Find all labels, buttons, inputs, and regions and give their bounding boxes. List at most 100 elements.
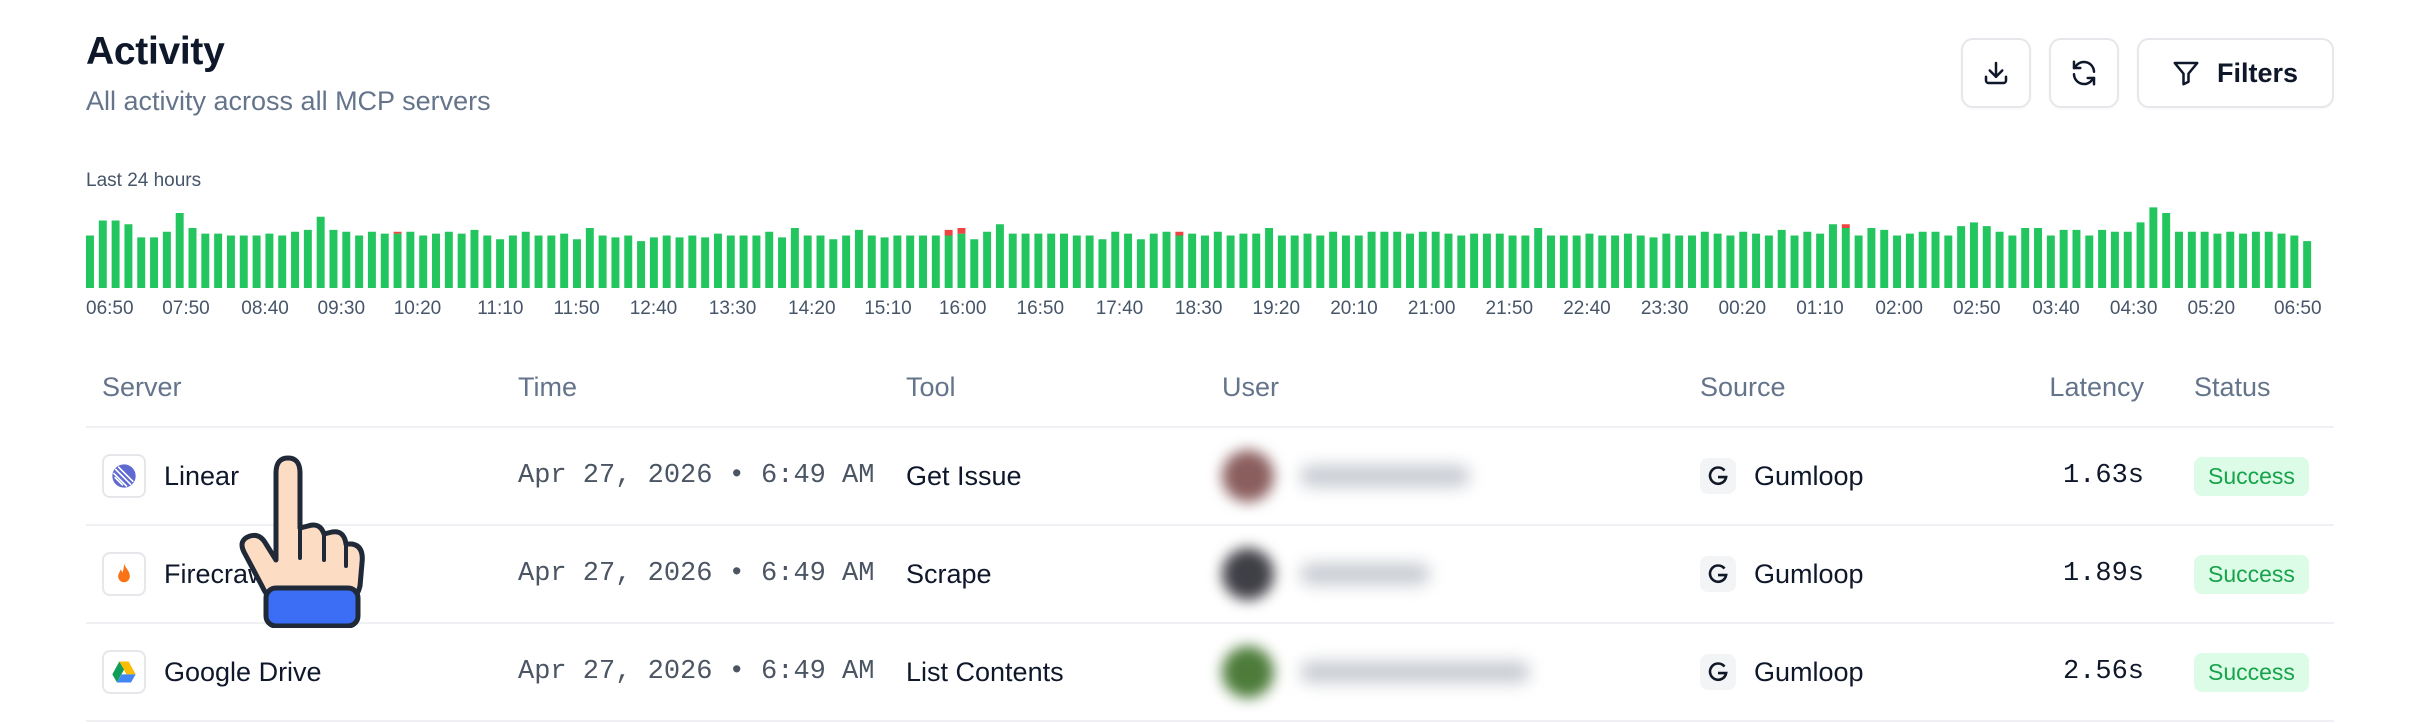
chart-bar-success[interactable] <box>983 231 992 288</box>
chart-bar-success[interactable] <box>2021 228 2030 288</box>
chart-bar-success[interactable] <box>1470 233 1479 289</box>
chart-bar-success[interactable] <box>1444 233 1453 289</box>
chart-bar-success[interactable] <box>534 235 543 289</box>
chart-bar-success[interactable] <box>291 231 300 288</box>
chart-bar-success[interactable] <box>944 235 953 289</box>
chart-bar-success[interactable] <box>483 235 492 289</box>
chart-bar-success[interactable] <box>265 233 274 289</box>
chart-bar-success[interactable] <box>98 220 107 289</box>
chart-bar-success[interactable] <box>1611 235 1620 289</box>
chart-bar-success[interactable] <box>637 241 646 289</box>
chart-bar-success[interactable] <box>1239 233 1248 289</box>
chart-bar-success[interactable] <box>573 239 581 288</box>
chart-bar-success[interactable] <box>2226 231 2235 288</box>
chart-bar-success[interactable] <box>2046 235 2055 289</box>
chart-bar-success[interactable] <box>1675 235 1684 289</box>
chart-bar-success[interactable] <box>1764 235 1773 289</box>
chart-bar-success[interactable] <box>662 235 671 289</box>
table-row[interactable]: Google Drive Apr 27, 2026 • 6:49 AM List… <box>86 624 2334 722</box>
chart-bar-success[interactable] <box>470 229 479 289</box>
chart-bar-success[interactable] <box>957 233 966 289</box>
chart-bar-success[interactable] <box>1547 235 1555 289</box>
chart-bar-error[interactable] <box>944 229 953 236</box>
chart-bar-success[interactable] <box>560 233 569 289</box>
chart-bar-success[interactable] <box>2162 213 2171 288</box>
chart-bar-success[interactable] <box>1303 233 1312 289</box>
chart-bar-success[interactable] <box>1329 231 1338 288</box>
chart-bar-success[interactable] <box>1508 235 1517 289</box>
chart-bar-success[interactable] <box>1021 233 1030 289</box>
chart-bar-success[interactable] <box>419 235 428 289</box>
chart-bar-success[interactable] <box>1226 235 1235 289</box>
chart-bar-success[interactable] <box>444 231 453 288</box>
chart-bar-success[interactable] <box>1072 235 1081 289</box>
chart-bar-success[interactable] <box>829 239 838 288</box>
chart-bar-success[interactable] <box>2187 231 2196 288</box>
chart-bar-success[interactable] <box>1201 235 1209 289</box>
chart-bar-success[interactable] <box>1252 233 1261 289</box>
column-header-user[interactable]: User <box>1222 372 1279 403</box>
chart-bar-success[interactable] <box>906 235 915 289</box>
chart-bar-success[interactable] <box>1867 228 1876 288</box>
chart-bar-success[interactable] <box>1918 231 1927 288</box>
chart-bar-success[interactable] <box>739 235 748 289</box>
chart-bar-success[interactable] <box>1700 231 1709 288</box>
chart-bar-success[interactable] <box>1944 235 1953 289</box>
chart-bar-success[interactable] <box>1418 231 1427 288</box>
chart-bar-success[interactable] <box>1662 233 1671 289</box>
chart-bar-success[interactable] <box>931 235 940 289</box>
chart-bar-success[interactable] <box>1995 231 2004 288</box>
chart-bar-success[interactable] <box>1008 233 1017 289</box>
chart-bar-success[interactable] <box>1585 233 1594 289</box>
chart-bar-success[interactable] <box>1598 235 1607 289</box>
chart-bar-success[interactable] <box>457 233 466 289</box>
chart-bar-success[interactable] <box>765 231 774 288</box>
chart-bar-success[interactable] <box>316 216 325 288</box>
chart-bar-success[interactable] <box>919 235 927 289</box>
chart-bar-success[interactable] <box>1572 235 1581 289</box>
chart-bar-success[interactable] <box>175 213 184 288</box>
chart-bar-success[interactable] <box>150 237 159 289</box>
chart-bar-success[interactable] <box>496 239 505 288</box>
chart-bar-success[interactable] <box>1816 233 1825 289</box>
chart-bar-success[interactable] <box>547 235 556 289</box>
chart-bar-success[interactable] <box>970 239 979 288</box>
chart-bar-success[interactable] <box>342 231 351 288</box>
chart-bar-success[interactable] <box>1034 233 1043 289</box>
chart-bar-success[interactable] <box>1431 231 1440 288</box>
chart-bar-success[interactable] <box>1265 228 1274 288</box>
chart-bar-success[interactable] <box>1341 235 1350 289</box>
chart-bar-success[interactable] <box>2264 231 2273 288</box>
chart-bar-success[interactable] <box>329 229 338 289</box>
chart-bar-success[interactable] <box>1828 224 1837 288</box>
chart-bar-success[interactable] <box>137 237 146 289</box>
chart-bar-success[interactable] <box>1136 239 1145 288</box>
chart-bar-success[interactable] <box>816 235 825 289</box>
chart-bar-success[interactable] <box>1969 222 1978 289</box>
column-header-latency[interactable]: Latency <box>2049 372 2144 403</box>
chart-bar-success[interactable] <box>214 233 223 289</box>
chart-bar-success[interactable] <box>2110 231 2119 288</box>
chart-bar-success[interactable] <box>1047 233 1056 289</box>
column-header-source[interactable]: Source <box>1700 372 1786 403</box>
column-header-server[interactable]: Server <box>102 372 182 403</box>
chart-bar-success[interactable] <box>2277 233 2286 289</box>
chart-bar-success[interactable] <box>367 231 376 288</box>
chart-bar-success[interactable] <box>713 233 722 289</box>
chart-bar-success[interactable] <box>1854 235 1863 289</box>
chart-bar-success[interactable] <box>1060 233 1068 289</box>
chart-bar-success[interactable] <box>1175 235 1184 289</box>
chart-bar-success[interactable] <box>842 235 851 289</box>
chart-bar-success[interactable] <box>252 235 261 289</box>
chart-bar-success[interactable] <box>1982 226 1991 289</box>
chart-bar-success[interactable] <box>624 235 633 289</box>
chart-bar-success[interactable] <box>1149 233 1158 289</box>
chart-bar-success[interactable] <box>1649 237 1658 289</box>
column-header-tool[interactable]: Tool <box>906 372 956 403</box>
chart-bar-success[interactable] <box>521 231 530 288</box>
chart-bar-success[interactable] <box>1623 233 1632 289</box>
chart-bar-success[interactable] <box>854 229 863 289</box>
chart-bar-success[interactable] <box>1098 239 1107 288</box>
chart-bar-success[interactable] <box>1277 235 1286 289</box>
chart-bar-success[interactable] <box>1495 233 1504 289</box>
